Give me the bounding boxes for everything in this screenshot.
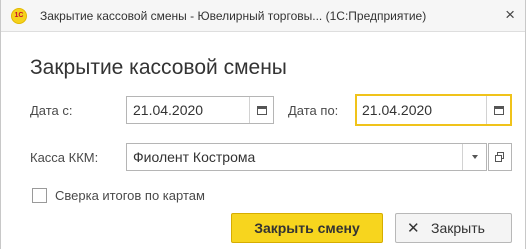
reconcile-cards-label[interactable]: Сверка итогов по картам	[55, 188, 205, 203]
close-button[interactable]: ✕ Закрыть	[395, 213, 512, 243]
kkm-value: Фиолент Кострома	[133, 149, 256, 165]
reconcile-cards-checkbox[interactable]	[32, 188, 47, 203]
date-from-label: Дата с:	[30, 103, 73, 118]
date-to-calendar-button[interactable]	[486, 96, 510, 124]
date-from-calendar-button[interactable]	[249, 97, 273, 123]
form-title: Закрытие кассовой смены	[30, 56, 287, 79]
calendar-icon	[256, 105, 267, 115]
open-item-icon	[495, 152, 505, 162]
chevron-down-icon	[471, 155, 478, 159]
date-from-field[interactable]: 21.04.2020	[126, 96, 274, 124]
window-title: Закрытие кассовой смены - Ювелирный торг…	[40, 9, 427, 23]
kkm-select[interactable]: Фиолент Кострома	[126, 143, 487, 171]
calendar-icon	[493, 105, 504, 115]
close-button-label: Закрыть	[431, 220, 485, 236]
kkm-dropdown-button[interactable]	[462, 144, 486, 170]
date-to-value: 21.04.2020	[362, 102, 433, 118]
date-from-value: 21.04.2020	[133, 102, 204, 118]
kkm-open-button[interactable]	[488, 143, 512, 171]
date-to-label: Дата по:	[288, 103, 339, 118]
dialog-window: 1С Закрытие кассовой смены - Ювелирный т…	[0, 0, 526, 249]
title-bar: 1С Закрытие кассовой смены - Ювелирный т…	[1, 0, 525, 32]
close-shift-button[interactable]: Закрыть смену	[231, 213, 383, 243]
app-logo-icon: 1С	[11, 8, 27, 24]
kkm-label: Касса ККМ:	[30, 150, 99, 165]
window-close-icon[interactable]: ×	[505, 5, 515, 25]
close-icon: ✕	[407, 220, 420, 237]
date-to-field[interactable]: 21.04.2020	[355, 94, 512, 126]
